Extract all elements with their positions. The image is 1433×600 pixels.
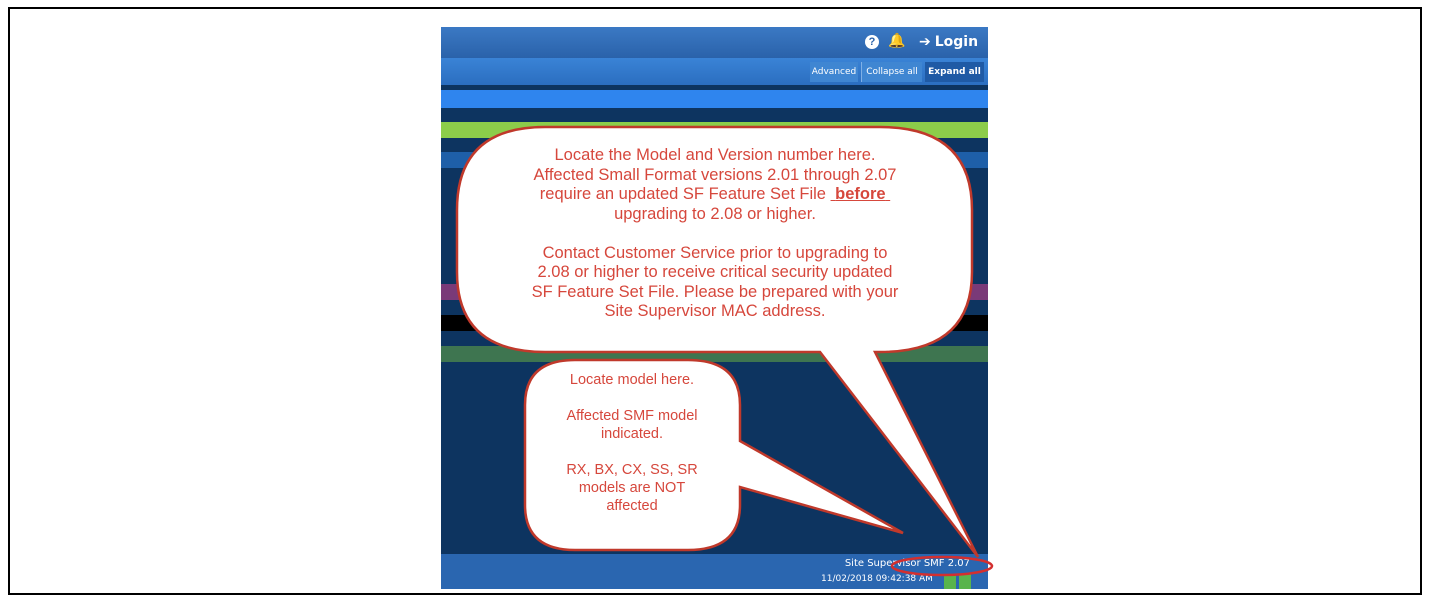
status-indicator-1 — [944, 574, 956, 589]
main-callout-line: upgrading to 2.08 or higher. — [614, 204, 816, 223]
view-toolbar: Advanced Collapse all Expand all — [441, 58, 988, 85]
login-button[interactable]: ➔ Login — [919, 34, 978, 50]
status-row-green[interactable] — [441, 122, 988, 138]
callout-spacer — [460, 224, 970, 244]
help-icon[interactable]: ? — [865, 35, 879, 49]
main-callout-line: Affected Small Format versions 2.01 thro… — [533, 165, 897, 184]
model-callout-line: affected — [606, 498, 658, 514]
before-emphasis: before — [831, 185, 891, 203]
status-row-blue[interactable] — [441, 90, 988, 108]
advanced-button[interactable]: Advanced — [810, 62, 858, 82]
model-callout-line: Locate model here. — [569, 372, 695, 388]
model-callout-text: Locate model here. Affected SMF model in… — [527, 371, 737, 515]
model-callout-line: models are NOT — [578, 480, 686, 496]
status-indicator-2 — [959, 574, 971, 589]
main-callout-line: require an updated SF Feature Set File b… — [460, 185, 970, 205]
main-callout-line-prefix: require an updated SF Feature Set File — [539, 185, 826, 203]
before-emphasis-text: before — [835, 185, 886, 203]
login-icon: ➔ — [919, 34, 931, 50]
main-callout-line: Site Supervisor MAC address. — [604, 302, 826, 320]
callout-spacer — [527, 389, 737, 407]
main-callout-line: 2.08 or higher to receive critical secur… — [537, 263, 893, 281]
main-callout-line: Contact Customer Service prior to upgrad… — [542, 243, 888, 262]
login-label: Login — [934, 34, 979, 50]
status-row-darkgreen[interactable] — [441, 346, 988, 362]
timestamp-label: 11/02/2018 09:42:38 AM — [821, 574, 933, 584]
bell-icon[interactable]: 🔔 — [888, 32, 905, 49]
bottom-status-bar: Site Supervisor SMF 2.07 11/02/2018 09:4… — [441, 554, 988, 589]
model-callout-line: indicated. — [600, 426, 664, 442]
main-callout-line: Locate the Model and Version number here… — [554, 146, 876, 164]
main-callout-line: SF Feature Set File. Please be prepared … — [531, 282, 899, 301]
model-callout-line: RX, BX, CX, SS, SR — [566, 462, 698, 478]
collapse-all-button[interactable]: Collapse all — [861, 62, 922, 82]
main-callout-text: Locate the Model and Version number here… — [460, 146, 970, 322]
callout-spacer — [527, 443, 737, 461]
top-header-bar: ? 🔔 ➔ Login — [441, 27, 988, 58]
model-version-label: Site Supervisor SMF 2.07 — [844, 558, 970, 569]
expand-all-button[interactable]: Expand all — [925, 62, 984, 82]
model-callout-line: Affected SMF model — [566, 408, 698, 424]
